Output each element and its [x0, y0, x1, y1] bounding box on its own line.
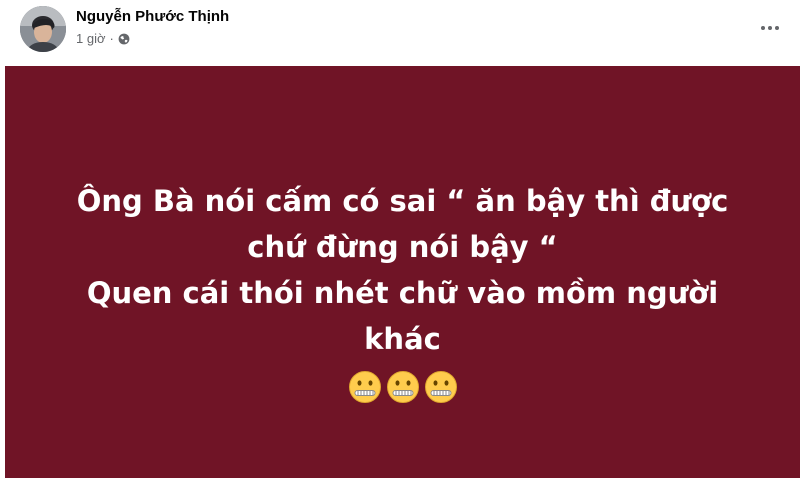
post-time[interactable]: 1 giờ [76, 31, 106, 46]
post-text-line: khác [364, 322, 441, 356]
zipper-mouth-face-icon [348, 370, 382, 404]
post-meta: 1 giờ · [76, 31, 130, 46]
more-horizontal-icon-dot [775, 26, 779, 30]
post-text: Ông Bà nói cấm có sai “ ăn bậy thì được … [5, 178, 800, 362]
meta-separator: · [109, 31, 114, 46]
post-background-card: Ông Bà nói cấm có sai “ ăn bậy thì được … [5, 66, 800, 478]
more-options-button[interactable] [756, 14, 784, 42]
author-name[interactable]: Nguyễn Phước Thịnh [76, 8, 229, 25]
more-horizontal-icon [761, 26, 765, 30]
post-text-line: Ông Bà nói cấm có sai “ ăn bậy thì được [76, 184, 729, 218]
avatar[interactable] [20, 6, 66, 52]
post-text-line: Quen cái thói nhét chữ vào mồm người [86, 276, 719, 310]
post-text-line: chứ đừng nói bậy “ [247, 230, 558, 264]
globe-icon[interactable] [118, 33, 130, 45]
avatar-photo [20, 6, 66, 52]
zipper-mouth-face-icon [386, 370, 420, 404]
post-header: Nguyễn Phước Thịnh 1 giờ · [0, 0, 800, 66]
emoji-row [5, 370, 800, 404]
more-horizontal-icon-dot [768, 26, 772, 30]
zipper-mouth-face-icon [424, 370, 458, 404]
